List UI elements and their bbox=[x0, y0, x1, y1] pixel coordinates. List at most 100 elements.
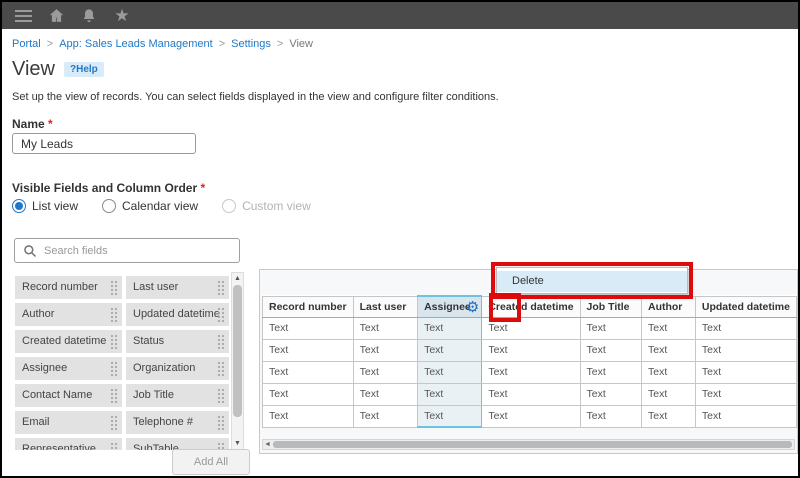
table-cell: Text bbox=[695, 339, 796, 361]
table-row: TextTextTextTextTextTextText bbox=[263, 361, 797, 383]
table-cell: Text bbox=[580, 361, 641, 383]
field-search-input[interactable] bbox=[44, 245, 239, 257]
drag-handle-icon bbox=[110, 415, 118, 430]
field-chip[interactable]: Record number bbox=[15, 276, 122, 299]
view-preview-panel: Record number Last user Assignee⚙ Created d… bbox=[259, 269, 798, 454]
view-type-option: Custom view bbox=[222, 199, 311, 213]
field-chip[interactable]: Last user bbox=[126, 276, 229, 299]
table-header-row: Record number Last user Assignee⚙ Created d… bbox=[263, 296, 797, 317]
scrollbar-thumb[interactable] bbox=[233, 285, 242, 417]
table-cell: Text bbox=[482, 361, 580, 383]
scrollbar-thumb[interactable] bbox=[273, 441, 792, 448]
field-chip[interactable]: Organization Website bbox=[126, 357, 229, 380]
visible-fields-label: Visible Fields and Column Order * bbox=[12, 181, 205, 195]
view-type-option[interactable]: List view bbox=[12, 199, 78, 213]
column-header-record-number[interactable]: Record number bbox=[263, 296, 354, 317]
field-list-scrollbar[interactable]: ▲ ▼ bbox=[231, 272, 244, 450]
table-cell: Text bbox=[482, 339, 580, 361]
view-name-input[interactable] bbox=[12, 133, 196, 154]
visible-fields-label-text: Visible Fields and Column Order bbox=[12, 181, 197, 195]
hamburger-menu-icon[interactable] bbox=[13, 6, 33, 26]
column-header-job-title[interactable]: Job Title bbox=[580, 296, 641, 317]
field-chip[interactable]: Assignee bbox=[15, 357, 122, 380]
drag-handle-icon bbox=[217, 361, 225, 376]
radio-button-icon[interactable] bbox=[12, 199, 26, 213]
field-picker-panel: Record number Author Created datetime Assig… bbox=[12, 238, 252, 476]
column-header-label: Job Title bbox=[587, 301, 630, 313]
table-row: TextTextTextTextTextTextText bbox=[263, 405, 797, 427]
column-header-label: Assignee bbox=[424, 301, 471, 313]
table-cell: Text bbox=[641, 339, 695, 361]
page-title-row: View ?Help bbox=[12, 58, 104, 81]
add-all-button[interactable]: Add All bbox=[172, 449, 250, 475]
view-type-option[interactable]: Calendar view bbox=[102, 199, 198, 213]
drag-handle-icon bbox=[110, 442, 118, 450]
topbar: ★ bbox=[2, 2, 798, 29]
radio-option-label: List view bbox=[32, 199, 78, 213]
table-cell: Text bbox=[263, 405, 354, 427]
column-header-created-datetime[interactable]: Created datetime bbox=[482, 296, 580, 317]
field-chip[interactable]: Representative bbox=[15, 438, 122, 450]
field-chip[interactable]: Updated datetime bbox=[126, 303, 229, 326]
breadcrumb-item[interactable]: Settings bbox=[231, 38, 271, 50]
breadcrumb: Portal > App: Sales Leads Management > Setti… bbox=[12, 38, 313, 50]
table-cell: Text bbox=[263, 383, 354, 405]
favorites-star-icon[interactable]: ★ bbox=[112, 6, 132, 26]
column-header-last-user[interactable]: Last user bbox=[353, 296, 417, 317]
table-cell: Text bbox=[353, 383, 417, 405]
table-cell: Text bbox=[263, 317, 354, 339]
column-context-menu: Delete bbox=[496, 267, 688, 294]
page-description: Set up the view of records. You can sele… bbox=[12, 91, 499, 103]
field-chip[interactable]: Email bbox=[15, 411, 122, 434]
field-chip-label: Job Title bbox=[133, 389, 174, 401]
field-chip-list: Record number Author Created datetime Assig… bbox=[12, 272, 231, 450]
required-asterisk: * bbox=[201, 181, 206, 195]
table-cell: Text bbox=[353, 339, 417, 361]
drag-handle-icon bbox=[217, 415, 225, 430]
table-cell: Text bbox=[418, 317, 482, 339]
scroll-left-icon[interactable]: ◄ bbox=[263, 440, 272, 449]
table-cell: Text bbox=[418, 361, 482, 383]
app-settings-view-screen: ★ Portal > App: Sales Leads Management > Set… bbox=[0, 0, 800, 478]
notifications-bell-icon[interactable] bbox=[79, 6, 99, 26]
field-chip[interactable]: Created datetime bbox=[15, 330, 122, 353]
preview-horizontal-scrollbar[interactable]: ◄ bbox=[262, 439, 795, 450]
radio-button-icon[interactable] bbox=[102, 199, 116, 213]
breadcrumb-separator: > bbox=[219, 38, 225, 50]
table-row: TextTextTextTextTextTextText bbox=[263, 317, 797, 339]
field-chip[interactable]: Contact Name bbox=[15, 384, 122, 407]
field-chip-column: Last user Updated datetime Status Organizat… bbox=[126, 276, 229, 450]
table-cell: Text bbox=[418, 383, 482, 405]
column-header-label: Last user bbox=[360, 301, 407, 313]
drag-handle-icon bbox=[217, 388, 225, 403]
field-search-box[interactable] bbox=[14, 238, 240, 263]
column-header-updated-datetime[interactable]: Updated datetime bbox=[695, 296, 796, 317]
drag-handle-icon bbox=[110, 307, 118, 322]
scroll-up-icon[interactable]: ▲ bbox=[232, 273, 243, 284]
column-header-author[interactable]: Author bbox=[641, 296, 695, 317]
field-chip-label: Representative bbox=[22, 443, 96, 450]
table-cell: Text bbox=[641, 405, 695, 427]
column-header-label: Author bbox=[648, 301, 682, 313]
scroll-down-icon[interactable]: ▼ bbox=[232, 438, 243, 449]
help-link[interactable]: ?Help bbox=[64, 62, 104, 77]
breadcrumb-item[interactable]: App: Sales Leads Management bbox=[59, 38, 213, 50]
column-header-label: Created datetime bbox=[488, 301, 573, 313]
field-chip[interactable]: Author bbox=[15, 303, 122, 326]
radio-option-label: Calendar view bbox=[122, 199, 198, 213]
field-chip-label: Email bbox=[22, 416, 50, 428]
field-chip[interactable]: Telephone # bbox=[126, 411, 229, 434]
table-cell: Text bbox=[263, 361, 354, 383]
drag-handle-icon bbox=[110, 334, 118, 349]
preview-table: Record number Last user Assignee⚙ Created d… bbox=[262, 295, 797, 428]
column-settings-gear-icon[interactable]: ⚙ bbox=[466, 298, 479, 316]
breadcrumb-separator: > bbox=[47, 38, 53, 50]
table-cell: Text bbox=[482, 317, 580, 339]
field-chip[interactable]: Job Title bbox=[126, 384, 229, 407]
column-header-assignee[interactable]: Assignee⚙ bbox=[418, 296, 482, 317]
menu-item-delete[interactable]: Delete bbox=[497, 271, 687, 292]
home-icon[interactable] bbox=[46, 6, 66, 26]
breadcrumb-item: View bbox=[289, 38, 313, 50]
field-chip[interactable]: Status bbox=[126, 330, 229, 353]
breadcrumb-item[interactable]: Portal bbox=[12, 38, 41, 50]
